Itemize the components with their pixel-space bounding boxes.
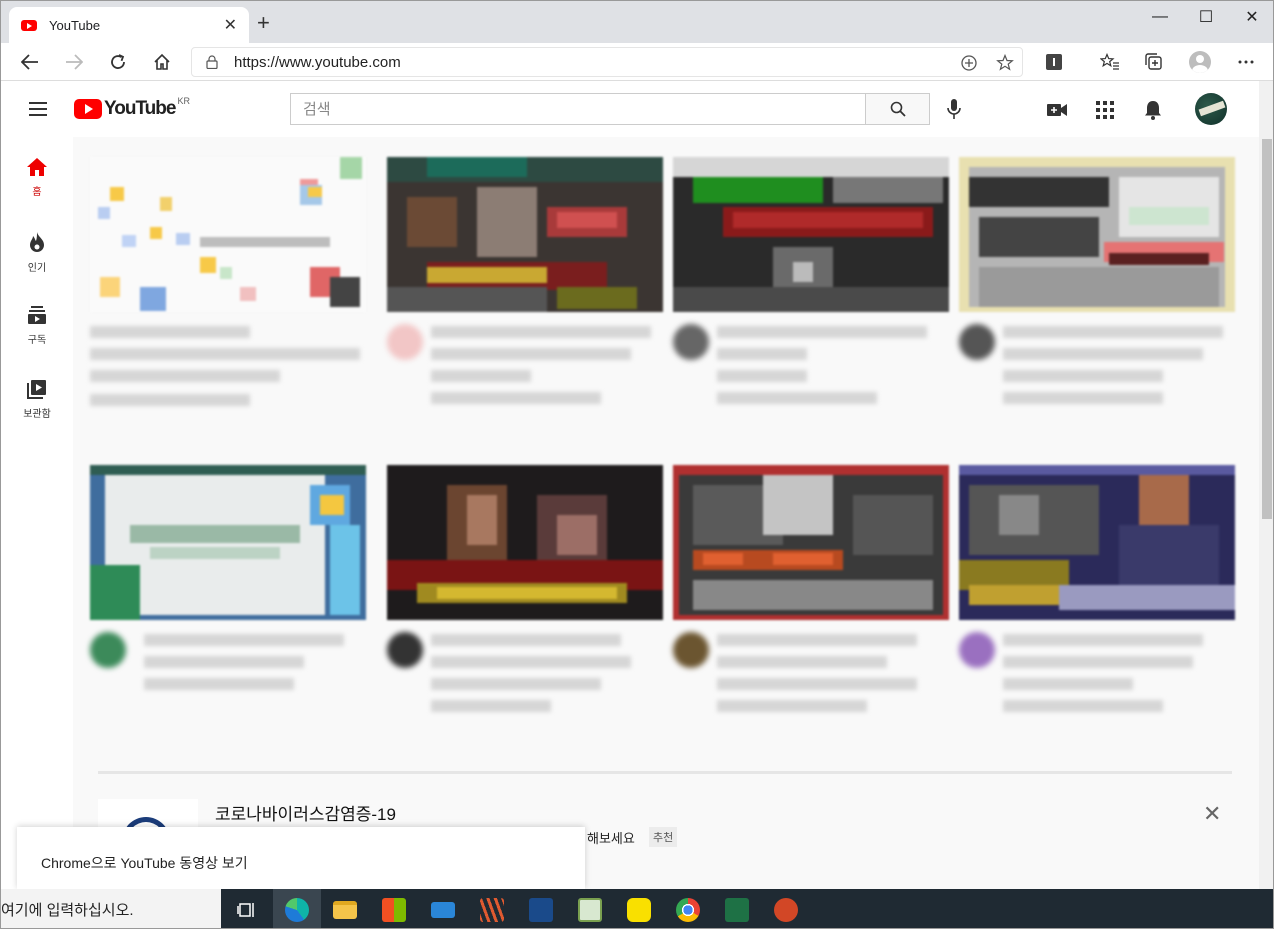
chrome-icon[interactable] <box>664 889 712 928</box>
home-icon <box>27 158 47 176</box>
notepad-icon[interactable] <box>566 889 614 928</box>
video-thumbnail[interactable] <box>673 465 949 620</box>
more-menu-icon[interactable] <box>1233 50 1259 74</box>
video-card[interactable] <box>959 157 1235 412</box>
microphone-icon[interactable] <box>945 98 963 120</box>
hamburger-menu-icon[interactable] <box>29 102 47 116</box>
collections-icon[interactable] <box>1141 50 1167 74</box>
back-icon[interactable] <box>17 50 43 74</box>
add-page-icon[interactable] <box>960 54 978 72</box>
video-card[interactable] <box>90 157 366 412</box>
video-thumbnail[interactable] <box>959 157 1235 312</box>
taskbar-search-text: 여기에 입력하십시오. <box>1 902 134 919</box>
video-card[interactable] <box>90 465 366 720</box>
taskbar-search-box[interactable]: 여기에 입력하십시오. <box>1 889 221 928</box>
search-button[interactable] <box>865 93 930 125</box>
account-avatar[interactable] <box>1195 93 1227 125</box>
sidebar: 홈 인기 구독 보관함 <box>1 137 73 889</box>
video-card[interactable] <box>387 465 663 720</box>
window-close-button[interactable]: ✕ <box>1229 1 1273 33</box>
main-content: 코로나바이러스감염증-19 해보세요 추천 ✕ <box>73 137 1259 889</box>
home-button-icon[interactable] <box>149 50 175 74</box>
sidebar-item-label: 홈 <box>32 187 42 198</box>
section-divider <box>98 771 1232 774</box>
youtube-header: YouTube KR <box>1 81 1273 137</box>
title-bar: YouTube ✕ + — ☐ ✕ <box>1 1 1273 43</box>
video-thumbnail[interactable] <box>959 465 1235 620</box>
task-view-icon[interactable] <box>223 889 271 928</box>
page-scrollbar[interactable] <box>1259 81 1273 889</box>
scrollbar-thumb[interactable] <box>1262 139 1272 519</box>
subscriptions-icon <box>28 306 46 324</box>
sidebar-item-subscriptions[interactable]: 구독 <box>1 285 73 355</box>
address-bar[interactable]: https://www.youtube.com <box>191 47 1023 77</box>
tab-youtube[interactable]: YouTube ✕ <box>9 7 249 43</box>
kakaotalk-icon[interactable] <box>615 889 663 928</box>
browser-toolbar: https://www.youtube.com <box>1 43 1273 81</box>
youtube-play-icon <box>74 99 102 119</box>
extension-icon[interactable] <box>1041 50 1067 74</box>
covid-panel-title[interactable]: 코로나바이러스감염증-19 <box>215 800 396 825</box>
sidebar-item-label: 보관함 <box>23 409 51 420</box>
minimize-button[interactable]: — <box>1137 1 1183 33</box>
create-video-icon[interactable] <box>1046 99 1068 121</box>
powershell-icon[interactable] <box>517 889 565 928</box>
youtube-logo[interactable]: YouTube KR <box>74 96 190 120</box>
chrome-promo-toast[interactable]: Chrome으로 YouTube 동영상 보기 <box>17 827 585 889</box>
search-input[interactable] <box>290 93 866 125</box>
sidebar-item-home[interactable]: 홈 <box>1 137 73 207</box>
covid-close-icon[interactable]: ✕ <box>1203 801 1221 827</box>
edge-taskbar-icon[interactable] <box>273 889 321 928</box>
fire-icon <box>30 232 44 252</box>
favorite-star-icon[interactable] <box>996 54 1014 72</box>
toast-text: Chrome으로 YouTube 동영상 보기 <box>41 855 248 871</box>
video-card[interactable] <box>959 465 1235 720</box>
sidebar-item-trending[interactable]: 인기 <box>1 211 73 281</box>
powerpoint-icon[interactable] <box>762 889 810 928</box>
video-card[interactable] <box>673 465 949 720</box>
browser-window: YouTube ✕ + — ☐ ✕ https://www.youtube.co… <box>0 0 1274 929</box>
tab-title: YouTube <box>49 17 101 33</box>
video-card[interactable] <box>673 157 949 412</box>
video-thumbnail[interactable] <box>90 465 366 620</box>
refresh-icon[interactable] <box>105 50 131 74</box>
forward-icon[interactable] <box>61 50 87 74</box>
video-thumbnail[interactable] <box>387 157 663 312</box>
lock-icon <box>206 55 218 69</box>
store-icon[interactable] <box>370 889 418 928</box>
profile-icon[interactable] <box>1187 50 1213 74</box>
video-thumbnail[interactable] <box>90 157 366 312</box>
sidebar-item-label: 구독 <box>27 335 47 346</box>
video-thumbnail[interactable] <box>387 465 663 620</box>
youtube-favicon-icon <box>21 19 37 31</box>
new-tab-button[interactable]: + <box>257 12 270 34</box>
apps-grid-icon[interactable] <box>1094 99 1116 121</box>
search-icon <box>890 101 906 117</box>
favorites-icon[interactable] <box>1097 50 1123 74</box>
logo-region: KR <box>177 96 190 106</box>
sidebar-item-label: 인기 <box>27 263 47 274</box>
tab-close-icon[interactable]: ✕ <box>224 15 237 35</box>
url-text: https://www.youtube.com <box>234 53 401 71</box>
file-explorer-icon[interactable] <box>321 889 369 928</box>
recommended-badge: 추천 <box>649 827 678 847</box>
sidebar-item-library[interactable]: 보관함 <box>1 359 73 429</box>
video-card[interactable] <box>387 157 663 412</box>
maximize-button[interactable]: ☐ <box>1183 1 1229 33</box>
app-icon[interactable] <box>468 889 516 928</box>
windows-taskbar: 여기에 입력하십시오. <box>1 889 1273 928</box>
notifications-bell-icon[interactable] <box>1142 99 1164 121</box>
excel-icon[interactable] <box>713 889 761 928</box>
covid-panel-subtitle: 해보세요 <box>587 831 635 846</box>
mail-icon[interactable] <box>419 889 467 928</box>
library-icon <box>27 380 46 399</box>
logo-text: YouTube <box>104 98 176 119</box>
video-thumbnail[interactable] <box>673 157 949 312</box>
